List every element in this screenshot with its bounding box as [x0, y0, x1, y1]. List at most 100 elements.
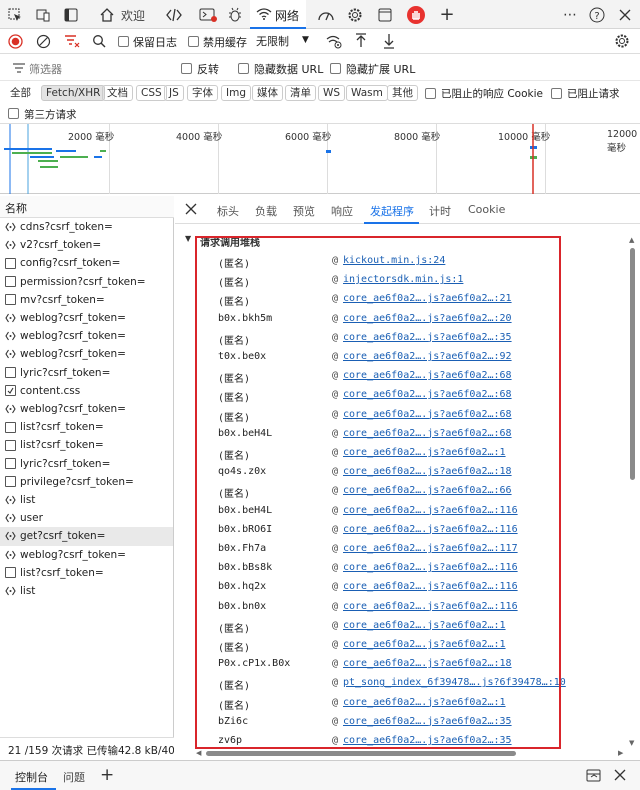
- console-icon[interactable]: [197, 4, 219, 25]
- tab-issues[interactable]: 问题: [63, 769, 85, 785]
- sources-bug-icon[interactable]: [226, 4, 244, 25]
- request-row[interactable]: weblog?csrf_token=: [0, 327, 173, 345]
- request-row[interactable]: list?csrf_token=: [0, 564, 173, 582]
- network-conditions-icon[interactable]: [326, 34, 342, 52]
- dock-side-icon[interactable]: [62, 4, 80, 25]
- status-bar: 21 /159 次请求 已传输42.8 kB/402: [0, 737, 174, 760]
- scroll-right-arrow-icon[interactable]: ▶: [618, 749, 623, 757]
- request-name: list?csrf_token=: [20, 421, 104, 434]
- throttle-select[interactable]: 无限制 ▼: [252, 32, 316, 50]
- settings-gear-icon[interactable]: [346, 4, 364, 25]
- network-settings-gear-icon[interactable]: [614, 33, 630, 52]
- type-fetch-xhr[interactable]: Fetch/XHR: [41, 85, 106, 101]
- scroll-up-arrow-icon[interactable]: ▲: [629, 236, 634, 244]
- vertical-scrollbar[interactable]: ▲ ▼: [628, 236, 638, 750]
- application-icon[interactable]: [376, 4, 394, 25]
- close-devtools-icon[interactable]: [616, 4, 634, 25]
- request-row[interactable]: mv?csrf_token=: [0, 291, 173, 309]
- add-drawer-tab-plus-icon[interactable]: +: [100, 765, 114, 785]
- tab-timing[interactable]: 计时: [429, 203, 451, 219]
- tab-network[interactable]: 网络: [250, 0, 306, 29]
- type-ws[interactable]: WS: [318, 85, 346, 101]
- request-row[interactable]: list?csrf_token=: [0, 418, 173, 436]
- inspect-element-icon[interactable]: [6, 4, 24, 25]
- third-party-checkbox[interactable]: [8, 108, 19, 119]
- request-row[interactable]: config?csrf_token=: [0, 254, 173, 272]
- disable-cache-checkbox[interactable]: [188, 36, 199, 47]
- request-row[interactable]: content.css: [0, 382, 173, 400]
- device-emulation-icon[interactable]: [34, 4, 52, 25]
- request-row[interactable]: cdns?csrf_token=: [0, 218, 173, 236]
- request-row[interactable]: weblog?csrf_token=: [0, 546, 173, 564]
- clear-icon[interactable]: [36, 34, 51, 52]
- request-row[interactable]: permission?csrf_token=: [0, 273, 173, 291]
- request-name: lyric?csrf_token=: [20, 457, 111, 470]
- search-icon[interactable]: [92, 34, 106, 51]
- request-row[interactable]: lyric?csrf_token=: [0, 364, 173, 382]
- tab-preview[interactable]: 预览: [293, 203, 315, 219]
- blocked-requests-checkbox[interactable]: [551, 88, 562, 99]
- tab-initiator[interactable]: 发起程序: [370, 203, 414, 219]
- request-row[interactable]: user: [0, 509, 173, 527]
- horizontal-scrollbar[interactable]: ◀ ▶: [196, 749, 628, 758]
- tab-console-drawer[interactable]: 控制台: [15, 769, 48, 785]
- request-row[interactable]: list?csrf_token=: [0, 436, 173, 454]
- elements-icon[interactable]: [164, 4, 184, 25]
- type-manifest[interactable]: 清单: [285, 85, 316, 101]
- svg-text:?: ?: [594, 11, 599, 22]
- request-row[interactable]: privilege?csrf_token=: [0, 473, 173, 491]
- xhr-icon: [5, 513, 16, 524]
- blocked-cookies-checkbox[interactable]: [425, 88, 436, 99]
- request-row[interactable]: weblog?csrf_token=: [0, 309, 173, 327]
- request-row[interactable]: weblog?csrf_token=: [0, 345, 173, 363]
- request-row[interactable]: get?csrf_token=: [0, 527, 173, 546]
- request-row[interactable]: weblog?csrf_token=: [0, 400, 173, 418]
- disable-cache-label: 禁用缓存: [203, 36, 247, 49]
- performance-icon[interactable]: [316, 4, 336, 25]
- close-detail-icon[interactable]: [185, 203, 197, 218]
- tab-response[interactable]: 响应: [331, 203, 353, 219]
- type-js[interactable]: JS: [164, 85, 184, 101]
- tab-cookies[interactable]: Cookie: [468, 203, 505, 216]
- type-css[interactable]: CSS: [136, 85, 167, 101]
- name-column-header[interactable]: 名称: [0, 196, 174, 218]
- request-row[interactable]: lyric?csrf_token=: [0, 455, 173, 473]
- home-icon[interactable]: [98, 4, 116, 25]
- type-wasm[interactable]: Wasm: [346, 85, 388, 101]
- preserve-log-checkbox[interactable]: [118, 36, 129, 47]
- export-har-icon[interactable]: [382, 33, 396, 52]
- drawer-bar: 控制台 问题 +: [0, 760, 640, 790]
- type-img[interactable]: Img: [221, 85, 251, 101]
- tab-headers[interactable]: 标头: [217, 203, 239, 219]
- type-all[interactable]: 全部: [5, 85, 36, 101]
- network-overview-timeline[interactable]: 2000 毫秒 4000 毫秒 6000 毫秒 8000 毫秒 10000 毫秒…: [0, 124, 640, 194]
- request-row[interactable]: list: [0, 582, 173, 600]
- scroll-down-arrow-icon[interactable]: ▼: [629, 739, 634, 747]
- import-har-icon[interactable]: [354, 33, 368, 52]
- invert-checkbox[interactable]: [181, 63, 192, 74]
- record-stop-icon[interactable]: [8, 34, 23, 52]
- scroll-left-arrow-icon[interactable]: ◀: [196, 749, 201, 757]
- hide-ext-urls-checkbox[interactable]: [330, 63, 341, 74]
- extension-hand-icon[interactable]: [405, 4, 427, 25]
- more-options-icon[interactable]: ⋯: [561, 4, 579, 25]
- scrollbar-thumb[interactable]: [630, 248, 635, 480]
- close-drawer-icon[interactable]: [614, 769, 626, 784]
- hide-data-urls-checkbox[interactable]: [238, 63, 249, 74]
- tab-payload[interactable]: 负载: [255, 203, 277, 219]
- request-row[interactable]: v2?csrf_token=: [0, 236, 173, 254]
- type-doc[interactable]: 文档: [102, 85, 133, 101]
- tab-welcome[interactable]: 欢迎: [121, 7, 145, 24]
- type-other[interactable]: 其他: [387, 85, 418, 101]
- dock-drawer-icon[interactable]: [586, 769, 601, 785]
- hscrollbar-thumb[interactable]: [206, 751, 516, 756]
- help-icon[interactable]: ?: [588, 4, 606, 25]
- filter-input[interactable]: 筛选器: [29, 61, 62, 77]
- request-name: content.css: [20, 384, 81, 397]
- more-tools-plus-icon[interactable]: +: [438, 4, 456, 25]
- filter-funnel-icon[interactable]: [64, 34, 80, 52]
- type-media[interactable]: 媒体: [252, 85, 283, 101]
- request-row[interactable]: list: [0, 491, 173, 509]
- type-font[interactable]: 字体: [187, 85, 218, 101]
- request-name: weblog?csrf_token=: [20, 403, 126, 416]
